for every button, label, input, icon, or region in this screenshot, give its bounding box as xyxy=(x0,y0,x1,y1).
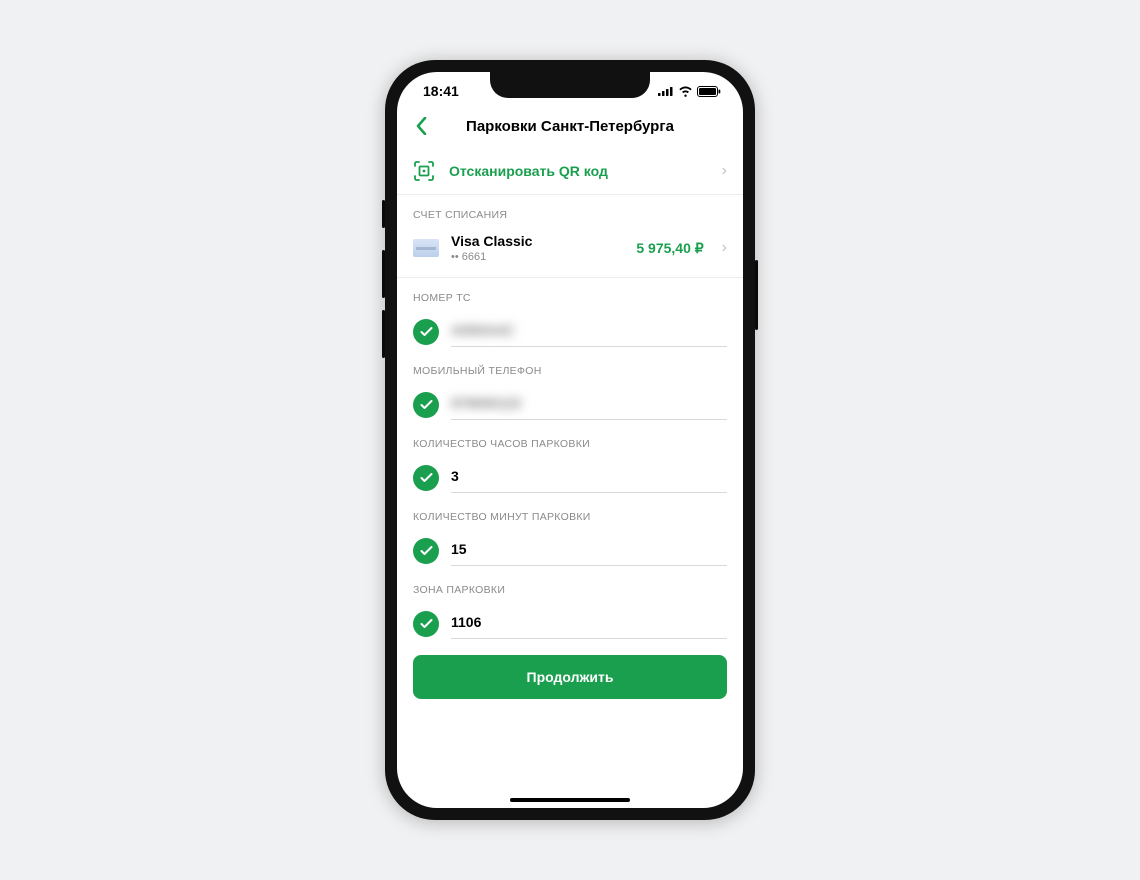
account-name: Visa Classic xyxy=(451,233,624,249)
wifi-icon xyxy=(678,86,693,97)
check-icon xyxy=(413,319,439,345)
continue-button[interactable]: Продолжить xyxy=(413,655,727,699)
account-mask: •• 6661 xyxy=(451,251,624,263)
battery-icon xyxy=(697,86,721,97)
phone-label: МОБИЛЬНЫЙ ТЕЛЕФОН xyxy=(397,351,743,383)
phone-field[interactable]: 979000123 xyxy=(397,383,743,424)
status-time: 18:41 xyxy=(423,83,459,99)
zone-label: ЗОНА ПАРКОВКИ xyxy=(397,570,743,602)
zone-value: 1106 xyxy=(451,608,727,639)
scan-qr-row[interactable]: Отсканировать QR код › xyxy=(397,148,743,195)
side-button xyxy=(382,200,385,228)
content: Отсканировать QR код › СЧЕТ СПИСАНИЯ Vis… xyxy=(397,148,743,808)
minutes-field[interactable]: 15 xyxy=(397,529,743,570)
phone-frame: 18:41 Парковки Санкт-Петербурга Отсканир… xyxy=(385,60,755,820)
check-icon xyxy=(413,611,439,637)
chevron-right-icon: › xyxy=(722,162,727,180)
vehicle-field[interactable]: А000ААС xyxy=(397,310,743,351)
notch xyxy=(490,72,650,98)
hours-value: 3 xyxy=(451,462,727,493)
card-icon xyxy=(413,239,439,257)
check-icon xyxy=(413,538,439,564)
home-indicator[interactable] xyxy=(510,798,630,802)
page-title: Парковки Санкт-Петербурга xyxy=(409,118,731,135)
scan-qr-label: Отсканировать QR код xyxy=(449,163,702,179)
account-amount: 5 975,40 ₽ xyxy=(636,240,703,257)
hours-label: КОЛИЧЕСТВО ЧАСОВ ПАРКОВКИ xyxy=(397,424,743,456)
check-icon xyxy=(413,392,439,418)
vehicle-label: НОМЕР ТС xyxy=(397,278,743,310)
account-info: Visa Classic •• 6661 xyxy=(451,233,624,263)
check-icon xyxy=(413,465,439,491)
account-section-label: СЧЕТ СПИСАНИЯ xyxy=(397,195,743,227)
account-row[interactable]: Visa Classic •• 6661 5 975,40 ₽ › xyxy=(397,227,743,278)
nav-header: Парковки Санкт-Петербурга xyxy=(397,110,743,148)
status-indicators xyxy=(658,86,721,97)
zone-field[interactable]: 1106 xyxy=(397,602,743,643)
side-button xyxy=(382,250,385,298)
vehicle-value: А000ААС xyxy=(451,316,727,347)
phone-value: 979000123 xyxy=(451,389,727,420)
chevron-right-icon: › xyxy=(722,239,727,257)
signal-icon xyxy=(658,86,674,96)
hours-field[interactable]: 3 xyxy=(397,456,743,497)
minutes-label: КОЛИЧЕСТВО МИНУТ ПАРКОВКИ xyxy=(397,497,743,529)
side-button xyxy=(382,310,385,358)
side-button xyxy=(755,260,758,330)
qr-scan-icon xyxy=(413,160,435,182)
screen: 18:41 Парковки Санкт-Петербурга Отсканир… xyxy=(397,72,743,808)
minutes-value: 15 xyxy=(451,535,727,566)
